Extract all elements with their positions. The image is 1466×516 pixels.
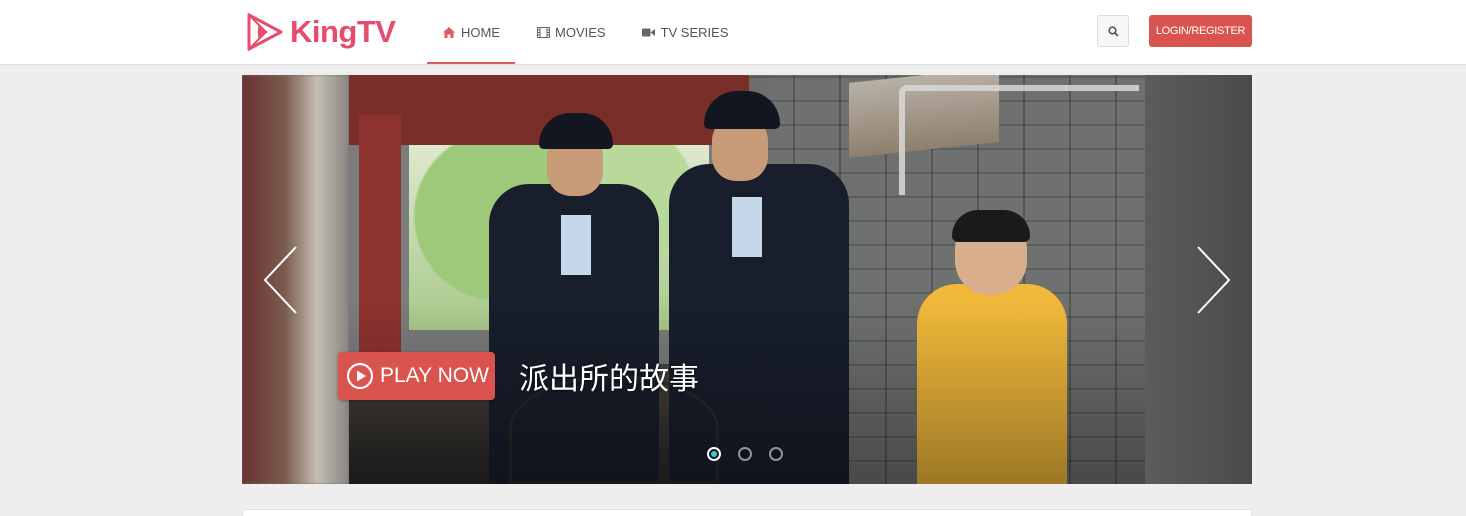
nav-item-movies[interactable]: MOVIES: [521, 0, 621, 64]
main-nav: HOME MOVIES TV SERIES: [427, 0, 744, 64]
search-icon: [1107, 25, 1119, 37]
brand-name: KingTV: [290, 14, 396, 49]
slider-dot-2[interactable]: [738, 447, 752, 461]
home-icon: [442, 25, 456, 39]
slider-dot-3[interactable]: [769, 447, 783, 461]
search-button[interactable]: [1097, 15, 1129, 47]
video-camera-icon: [642, 25, 656, 39]
slide-caption: PLAY NOW 派出所的故事: [338, 352, 699, 400]
nav-item-tv-series[interactable]: TV SERIES: [627, 0, 744, 64]
site-header: KingTV HOME MOVIES TV SERIES LOGIN/REGIS…: [0, 0, 1466, 65]
slider-pagination: [707, 447, 800, 461]
chevron-right-icon: [1197, 246, 1231, 314]
nav-item-home[interactable]: HOME: [427, 0, 515, 64]
slide-title: 派出所的故事: [519, 362, 699, 397]
hero-slider: PLAY NOW 派出所的故事: [242, 75, 1252, 484]
logo[interactable]: KingTV: [246, 12, 396, 52]
play-triangle-logo-icon: [247, 12, 283, 52]
nav-label-tv-series: TV SERIES: [660, 24, 729, 40]
nav-label-home: HOME: [461, 24, 500, 40]
nav-label-movies: MOVIES: [555, 24, 606, 40]
chevron-left-icon: [263, 246, 297, 314]
content-panel: [242, 509, 1252, 516]
login-register-button[interactable]: LOGIN/REGISTER: [1149, 15, 1252, 47]
slider-prev-arrow[interactable]: [262, 245, 302, 315]
play-now-label: PLAY NOW: [380, 364, 489, 387]
slider-next-arrow[interactable]: [1192, 245, 1232, 315]
film-icon: [536, 25, 550, 39]
play-now-button[interactable]: PLAY NOW: [338, 352, 495, 400]
slide-image: [349, 75, 1145, 484]
play-circle-icon: [346, 362, 374, 390]
slider-dot-1[interactable]: [707, 447, 721, 461]
